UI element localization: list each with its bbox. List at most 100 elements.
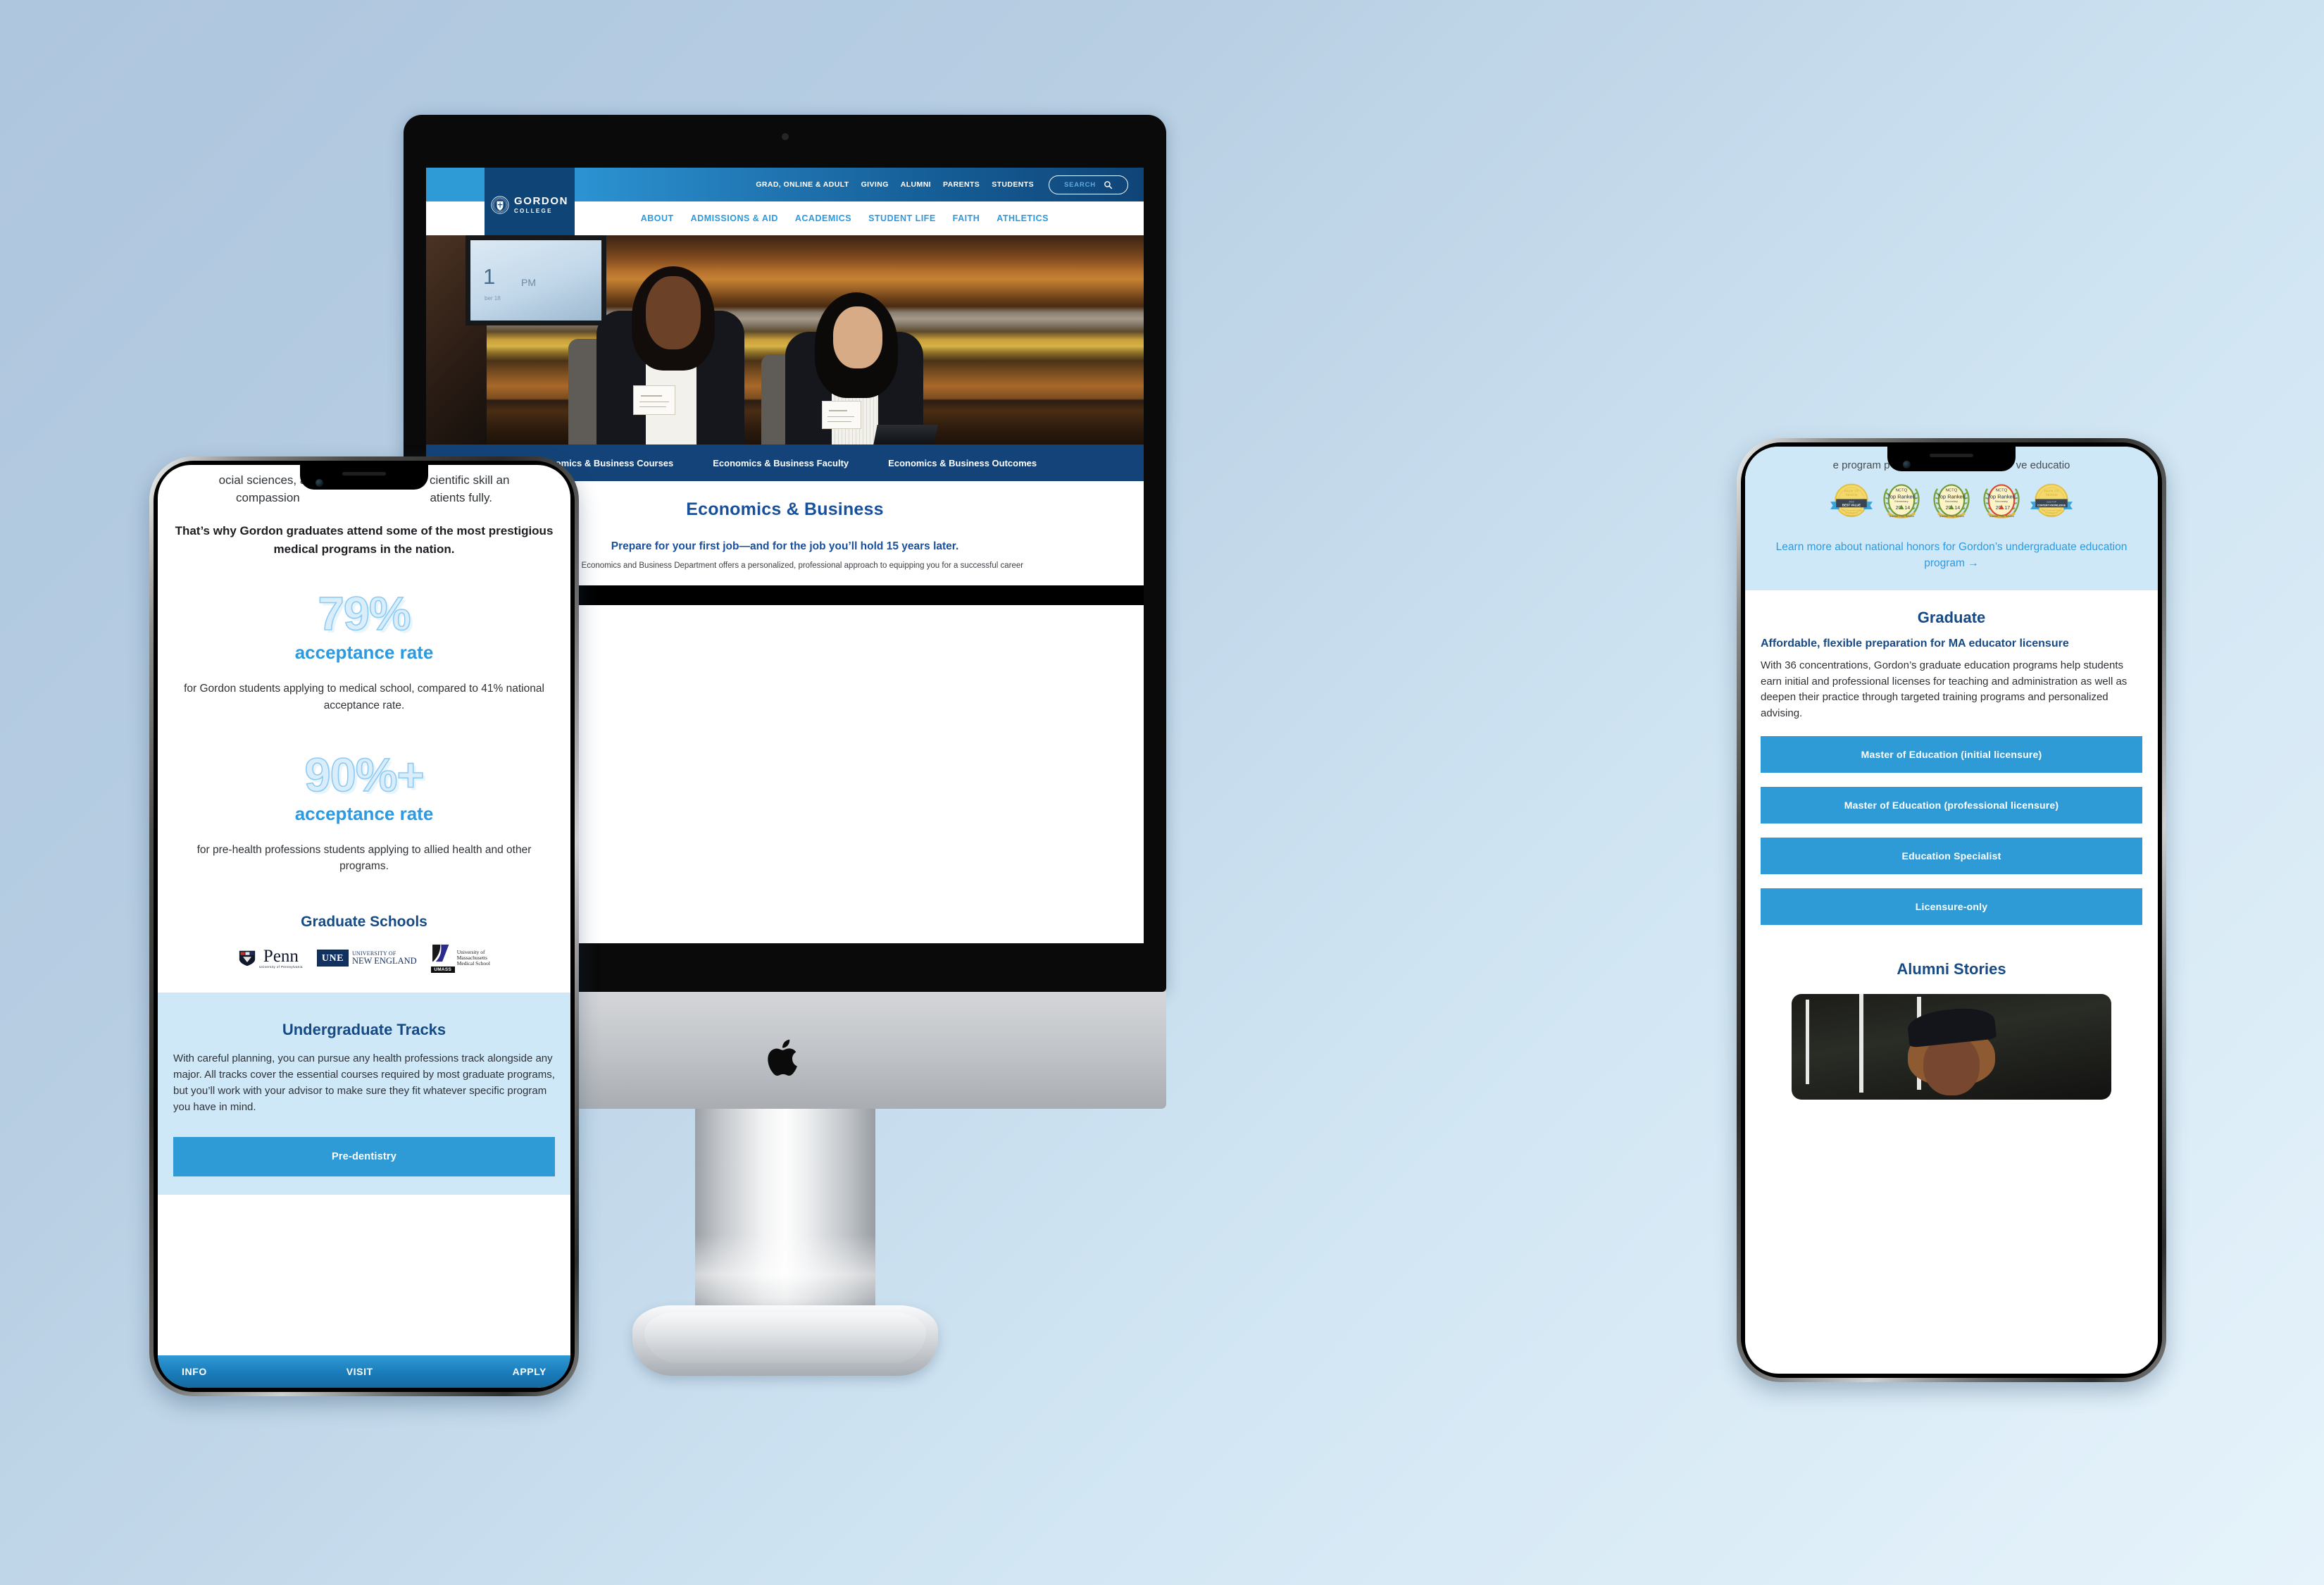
svg-text:NCTQ: NCTQ — [1896, 489, 1908, 493]
stat-1-label: acceptance rate — [294, 642, 434, 664]
nctq-top-ranked-secondary-2014-badge: NCTQ Top Ranked Secondary 20 14 Teacher … — [1933, 484, 1970, 518]
svg-text:Teacher Prep Review: Teacher Prep Review — [1889, 515, 1914, 518]
nav-item-student-life[interactable]: STUDENT LIFE — [868, 213, 936, 223]
nav-item-admissions-aid[interactable]: ADMISSIONS & AID — [691, 213, 778, 223]
svg-text:17: 17 — [2005, 506, 2011, 511]
clipped-honors-right: ve educatio — [2016, 459, 2070, 471]
hero-display-date: ber 18 — [485, 295, 501, 302]
program-button-med-professional[interactable]: Master of Education (professional licens… — [1761, 787, 2142, 824]
clipped-honors-left: e program p — [1832, 459, 1890, 471]
util-link-giving[interactable]: GIVING — [861, 180, 889, 189]
une-wordmark: UNIVERSITY OF NEW ENGLAND — [351, 950, 417, 966]
nav-item-about[interactable]: ABOUT — [641, 213, 674, 223]
hero-laptop — [873, 425, 938, 445]
nav-item-academics[interactable]: ACADEMICS — [795, 213, 851, 223]
nav-item-athletics[interactable]: ATHLETICS — [997, 213, 1049, 223]
undergraduate-tracks-body: With careful planning, you can pursue an… — [173, 1052, 555, 1113]
program-button-licensure-only[interactable]: Licensure-only — [1761, 888, 2142, 926]
program-button-education-specialist[interactable]: Education Specialist — [1761, 838, 2142, 875]
stat-2-note: for pre-health professions students appl… — [196, 843, 532, 873]
penn-wordmark: Penn — [263, 946, 299, 966]
svg-text:14: 14 — [1955, 506, 1961, 511]
logo-gordon-text: GORDON — [513, 195, 569, 207]
search-button[interactable]: SEARCH — [1049, 175, 1128, 194]
earpiece-speaker-icon — [342, 472, 386, 476]
penn-logo: Penn University of Pennsylvania — [238, 946, 303, 969]
umass-line-3: Medical School — [456, 960, 491, 967]
une-logo: UNE UNIVERSITY OF NEW ENGLAND — [316, 950, 417, 967]
hero-display-meridiem: PM — [521, 277, 536, 288]
une-mark: UNE — [316, 950, 349, 967]
svg-text:Top Ranked: Top Ranked — [1937, 494, 1966, 500]
svg-text:Teacher Prep Review: Teacher Prep Review — [1989, 515, 2014, 518]
front-camera-icon — [1903, 461, 1911, 468]
track-button-pre-dentistry[interactable]: Pre-dentistry — [173, 1136, 555, 1176]
search-icon — [1104, 180, 1113, 189]
topbar-left-accent — [426, 168, 485, 201]
front-camera-icon — [316, 479, 323, 487]
svg-text:NCTQ: NCTQ — [1946, 489, 1958, 493]
svg-text:Teacher Prep Review: Teacher Prep Review — [1939, 515, 1964, 518]
stat-2-label: acceptance rate — [294, 802, 434, 824]
alumni-story-photo[interactable] — [1792, 994, 2111, 1100]
svg-text:14: 14 — [1905, 506, 1911, 511]
clipped-intro-right-b: atients fully. — [430, 491, 492, 505]
national-honors-link[interactable]: Learn more about national honors for Gor… — [1756, 539, 2147, 572]
svg-text:Top Ranked: Top Ranked — [1887, 494, 1916, 500]
util-link-alumni[interactable]: ALUMNI — [901, 180, 931, 189]
undergraduate-tracks-section: Undergraduate Tracks With careful planni… — [158, 993, 570, 1195]
site-logo[interactable]: GORDON COLLEGE — [485, 168, 575, 235]
une-line-2: NEW ENGLAND — [351, 956, 417, 966]
clipped-intro-left-b: compassion — [236, 491, 300, 505]
phone-notch-right — [1887, 447, 2016, 471]
graduate-section-title: Graduate — [1917, 608, 1986, 626]
svg-text:Secondary: Secondary — [1945, 500, 1958, 503]
earpiece-speaker-icon — [1930, 454, 1973, 457]
nav-item-faith[interactable]: FAITH — [953, 213, 980, 223]
undergraduate-tracks-title: Undergraduate Tracks — [282, 1021, 446, 1039]
util-link-students[interactable]: STUDENTS — [992, 180, 1034, 189]
svg-text:NCTQ: NCTQ — [1996, 489, 2008, 493]
phone-screen-right: e program p ve educatio PATH T® TEACH 20… — [1745, 447, 2158, 1374]
clipped-intro-right-a: cientific skill an — [430, 473, 510, 487]
apple-logo-icon — [767, 1039, 797, 1076]
iphone-device-left: ocial sciences, a cientific skill an com… — [149, 456, 579, 1396]
subnav-item-outcomes[interactable]: Economics & Business Outcomes — [888, 458, 1037, 468]
hero-photo: 1 PM ber 18 — [426, 235, 1144, 445]
site-logo-wordmark: GORDON COLLEGE — [514, 196, 568, 214]
util-link-parents[interactable]: PARENTS — [943, 180, 980, 189]
nctq-top-ranked-elementary-2014-badge: NCTQ Top Ranked Elementary 20 14 Teacher… — [1883, 484, 1920, 518]
hero-face-one — [646, 276, 701, 349]
phone-notch-left — [300, 465, 428, 490]
imac-stand-foot-highlight — [644, 1312, 926, 1363]
search-label: SEARCH — [1064, 180, 1096, 189]
alumni-photo-window-frame-1 — [1806, 1000, 1809, 1085]
action-info[interactable]: INFO — [182, 1366, 207, 1377]
alumni-photo-window-frame-2 — [1859, 994, 1863, 1093]
svg-text:2015 TOP: 2015 TOP — [2047, 500, 2056, 503]
site-main-nav: GORDON COLLEGE ABOUT ADMISSIONS & AID AC… — [426, 168, 1144, 235]
svg-text:TEACH: TEACH — [1846, 493, 1858, 497]
subnav-item-faculty[interactable]: Economics & Business Faculty — [713, 458, 849, 468]
logo-college-text: COLLEGE — [513, 208, 553, 214]
action-visit[interactable]: VISIT — [346, 1366, 373, 1377]
util-link-grad-online-adult[interactable]: GRAD, ONLINE & ADULT — [756, 180, 849, 189]
clipped-intro-left-a: ocial sciences, a — [218, 473, 307, 487]
graduate-programs-section: Graduate Affordable, flexible preparatio… — [1745, 590, 2158, 1100]
action-apply[interactable]: APPLY — [513, 1366, 546, 1377]
svg-text:Education": Education" — [1847, 514, 1856, 517]
iphone-device-right: e program p ve educatio PATH T® TEACH 20… — [1737, 438, 2166, 1382]
penn-sub-text: University of Pennsylvania — [258, 964, 303, 969]
alumni-stories-title: Alumni Stories — [1897, 960, 2006, 978]
graduate-section-subtitle: Affordable, flexible preparation for MA … — [1761, 637, 2069, 649]
svg-text:BEST VALUE: BEST VALUE — [1842, 503, 1861, 506]
topbar-utility-links: GRAD, ONLINE & ADULT GIVING ALUMNI PAREN… — [575, 168, 1144, 201]
svg-text:Top Ranked: Top Ranked — [1987, 494, 2016, 500]
program-button-med-initial[interactable]: Master of Education (initial licensure) — [1761, 736, 2142, 773]
hero-face-two — [833, 306, 882, 368]
stat-1-number: 79% — [318, 588, 412, 641]
penn-shield-icon — [239, 951, 256, 966]
gordon-seal-icon — [491, 196, 509, 214]
imac-stand-neck — [694, 1109, 875, 1319]
hero-student-two — [761, 292, 947, 445]
